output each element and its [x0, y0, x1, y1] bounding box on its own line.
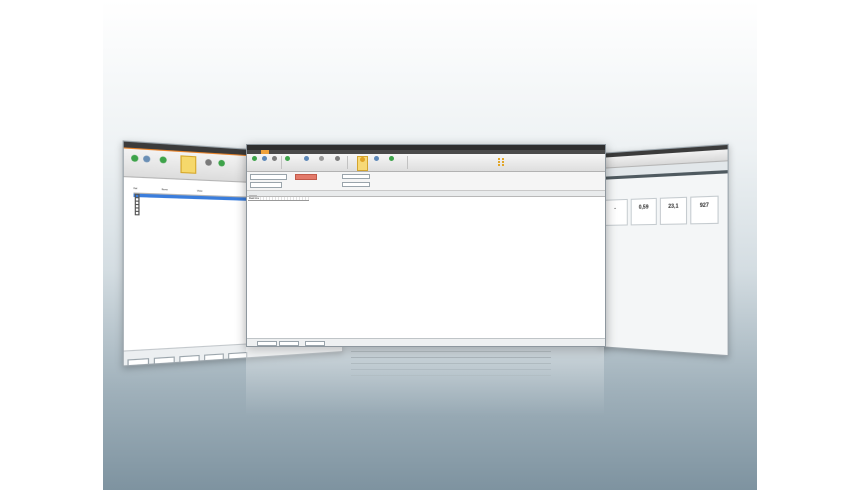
realtime-icon: [360, 157, 365, 162]
control-panel: [247, 172, 605, 191]
ribbon-button[interactable]: [283, 156, 292, 169]
settings-icon: [319, 156, 324, 161]
tile-4: 927: [690, 195, 719, 225]
grid-cell[interactable]: [498, 158, 500, 160]
chart-icon: [335, 156, 340, 161]
tile-label: [691, 218, 717, 219]
refresh-icon[interactable]: [131, 154, 139, 162]
left-col-name: Name: [161, 188, 168, 192]
grid-cell[interactable]: [502, 161, 504, 163]
measurement-tiles: - 0,59 23,1 927: [599, 173, 728, 226]
reflection-line: [351, 351, 551, 352]
footer-button[interactable]: [127, 358, 150, 367]
ribbon-button[interactable]: [387, 156, 396, 169]
refresh-icon: [252, 156, 257, 161]
stop-button[interactable]: [295, 174, 317, 180]
main-window: Real time: [246, 144, 606, 347]
export-icon: [304, 156, 309, 161]
right-window: - 0,59 23,1 927: [598, 143, 729, 357]
connect-icon: [262, 156, 267, 161]
ribbon-mini-grid: [497, 158, 505, 167]
mini-grid-row: [497, 164, 505, 167]
footer-button[interactable]: [204, 353, 224, 362]
left-col-ref: Ref: [133, 187, 138, 191]
footer-button[interactable]: [153, 356, 175, 365]
reflection-line: [351, 363, 551, 364]
start-button[interactable]: [250, 174, 287, 180]
ribbon-separator: [347, 156, 348, 169]
grid-icon: [389, 156, 394, 161]
tile-value: 927: [699, 202, 709, 210]
secondary-button[interactable]: [250, 182, 282, 188]
log-icon: [374, 156, 379, 161]
footer-button[interactable]: [257, 340, 277, 346]
column-header[interactable]: Real time: [248, 197, 262, 202]
data-table: Real time: [248, 197, 310, 202]
grid-cell[interactable]: [498, 161, 500, 163]
ribbon-separator: [281, 156, 282, 169]
tile-label: [632, 220, 656, 221]
active-ribbon-button[interactable]: [180, 155, 197, 174]
ribbon-button-active[interactable]: [357, 156, 368, 171]
play-icon[interactable]: [159, 156, 167, 164]
footer-button[interactable]: [305, 340, 325, 346]
column-header[interactable]: [305, 197, 310, 202]
tile-value: 0,59: [638, 204, 649, 211]
main-window-footer: [247, 338, 605, 346]
tile-value: -: [614, 205, 616, 212]
footer-button[interactable]: [228, 351, 248, 360]
tool-icon[interactable]: [205, 158, 212, 166]
field-input[interactable]: [342, 182, 370, 187]
play-icon: [285, 156, 290, 161]
tile-3: 23,1: [659, 196, 688, 225]
tile-label: [661, 219, 686, 220]
grid-cell[interactable]: [498, 164, 500, 166]
grid-cell[interactable]: [502, 158, 504, 160]
field-input[interactable]: [342, 174, 370, 179]
footer-button[interactable]: [279, 340, 299, 346]
table-header-row: Real time: [248, 197, 310, 202]
row-checkbox[interactable]: [134, 210, 140, 216]
left-col-value: Value: [196, 190, 203, 193]
tile-value: 23,1: [668, 203, 679, 211]
ribbon-button[interactable]: [270, 156, 279, 169]
ribbon-button[interactable]: [250, 156, 259, 169]
left-window-table: Ref Name Value: [133, 187, 252, 217]
reflection-line: [351, 369, 551, 370]
tab-realtime[interactable]: [249, 195, 257, 196]
ribbon-toolbar: [247, 154, 605, 172]
ribbon-button[interactable]: [302, 156, 311, 169]
ribbon-button[interactable]: [333, 156, 342, 169]
tile-1: -: [602, 198, 628, 226]
reflection-line: [351, 375, 551, 376]
ribbon-button[interactable]: [372, 156, 381, 169]
document-icon: [272, 156, 277, 161]
tile-2: 0,59: [630, 197, 657, 226]
start-icon[interactable]: [218, 159, 225, 167]
data-grid: Real time: [248, 197, 601, 335]
ribbon-button[interactable]: [317, 156, 326, 169]
ribbon-button[interactable]: [260, 156, 269, 169]
reflection-line: [351, 357, 551, 358]
grid-cell[interactable]: [502, 164, 504, 166]
settings-icon[interactable]: [143, 155, 151, 163]
backdrop: Ref Name Value - 0,59 23,1 927 Real time: [103, 0, 757, 490]
ribbon-separator: [407, 156, 408, 169]
footer-button[interactable]: [179, 354, 200, 363]
window-reflection: [246, 347, 604, 417]
